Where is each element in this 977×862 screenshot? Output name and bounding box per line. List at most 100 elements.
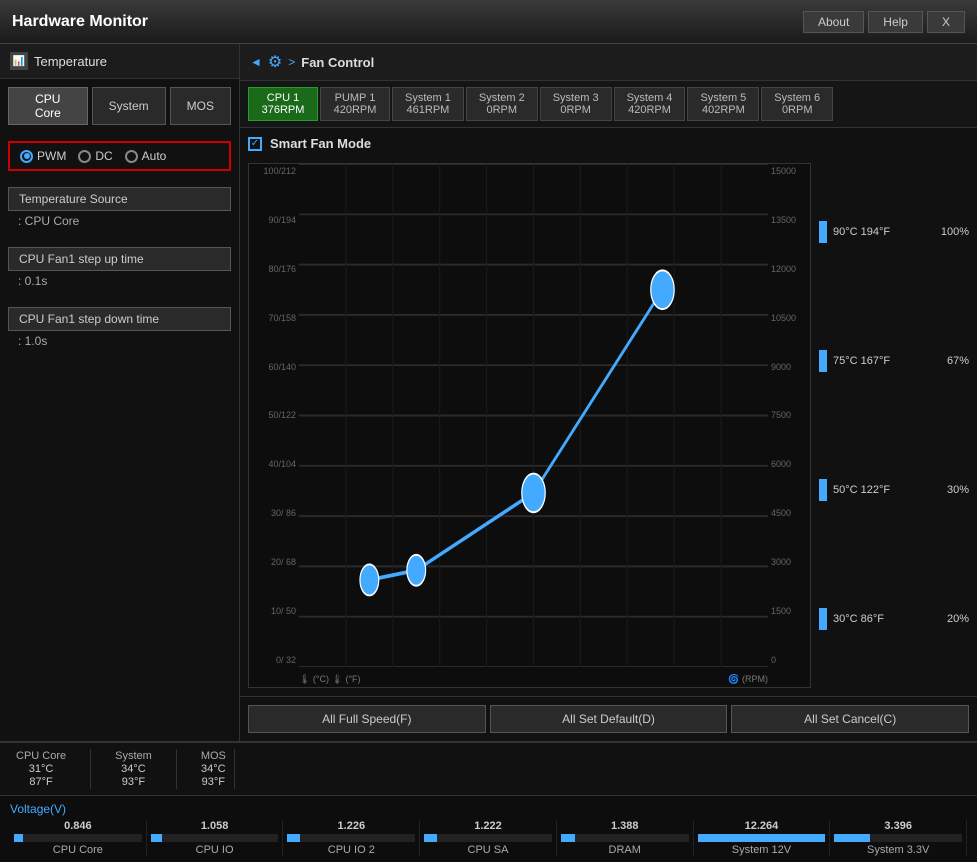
temperature-label: Temperature — [34, 54, 107, 69]
temperature-tabs: CPU Core System MOS — [0, 79, 239, 133]
tab-mos[interactable]: MOS — [170, 87, 231, 125]
voltage-item-system-3.3v: 3.396 System 3.3V — [830, 820, 967, 856]
y-axis-left: 100/212 90/194 80/176 70/158 60/140 50/1… — [249, 164, 299, 667]
pwm-label: PWM — [37, 149, 66, 163]
control-button-all-full-speed-f-[interactable]: All Full Speed(F) — [248, 705, 486, 733]
voltage-bar-fill — [561, 834, 575, 842]
legend-bar — [819, 221, 827, 243]
close-button[interactable]: X — [927, 11, 965, 33]
voltage-label: System 3.3V — [867, 844, 929, 856]
legend-bar — [819, 608, 827, 630]
voltage-value: 3.396 — [884, 820, 912, 832]
title-bar: Hardware Monitor About Help X — [0, 0, 977, 44]
fan-icon: ⚙ — [268, 52, 282, 72]
stat-item-cpu-core: CPU Core31°C87°F — [16, 750, 66, 788]
fan-tab-system-6[interactable]: System 60RPM — [761, 87, 833, 121]
chart-svg — [299, 164, 768, 667]
auto-radio[interactable] — [125, 150, 138, 163]
voltage-value: 1.058 — [201, 820, 229, 832]
voltage-label: CPU Core — [53, 844, 103, 856]
voltage-value: 12.264 — [745, 820, 779, 832]
legend-temp: 90°C 194°F — [833, 226, 927, 238]
temp-source-value: : CPU Core — [8, 211, 231, 231]
fan-control-header: ◄ ⚙ > Fan Control — [240, 44, 977, 81]
step-up-value: : 0.1s — [8, 271, 231, 291]
dc-label: DC — [95, 149, 112, 163]
right-panel: ◄ ⚙ > Fan Control CPU 1376RPMPUMP 1420RP… — [240, 44, 977, 741]
legend-temp: 50°C 122°F — [833, 484, 927, 496]
voltage-section: Voltage(V) 0.846 CPU Core 1.058 CPU IO 1… — [0, 795, 977, 862]
tab-system[interactable]: System — [92, 87, 166, 125]
voltage-label: CPU SA — [468, 844, 509, 856]
smart-fan-checkbox[interactable]: ✓ — [248, 137, 262, 151]
voltage-bar-fill — [834, 834, 870, 842]
fan-tab-system-5[interactable]: System 5402RPM — [687, 87, 759, 121]
voltage-bar-container — [561, 834, 689, 842]
fan-tab-system-2[interactable]: System 20RPM — [466, 87, 538, 121]
pwm-radio[interactable] — [20, 150, 33, 163]
voltage-bar-container — [424, 834, 552, 842]
voltage-bar-container — [287, 834, 415, 842]
bottom-controls: All Full Speed(F)All Set Default(D)All S… — [240, 696, 977, 741]
chart-section: ✓ Smart Fan Mode 100/212 90/194 80/176 7… — [240, 128, 977, 696]
voltage-item-dram: 1.388 DRAM — [557, 820, 694, 856]
voltage-label: CPU IO 2 — [328, 844, 375, 856]
about-button[interactable]: About — [803, 11, 864, 33]
fan-chart: 100/212 90/194 80/176 70/158 60/140 50/1… — [248, 163, 811, 688]
voltage-bar-container — [834, 834, 962, 842]
fan-tab-cpu-1[interactable]: CPU 1376RPM — [248, 87, 318, 121]
control-button-all-set-cancel-c-[interactable]: All Set Cancel(C) — [731, 705, 969, 733]
pwm-radio-dot — [24, 153, 30, 159]
left-panel: 📊 Temperature CPU Core System MOS PWM DC… — [0, 44, 240, 741]
voltage-bar-fill — [151, 834, 162, 842]
stats-bar: CPU Core31°C87°F System34°C93°F MOS34°C93°… — [0, 741, 977, 795]
voltage-item-cpu-sa: 1.222 CPU SA — [420, 820, 557, 856]
voltage-value: 1.388 — [611, 820, 639, 832]
fan-tab-pump-1[interactable]: PUMP 1420RPM — [320, 87, 390, 121]
legend-bar — [819, 479, 827, 501]
control-button-all-set-default-d-[interactable]: All Set Default(D) — [490, 705, 728, 733]
help-button[interactable]: Help — [868, 11, 923, 33]
voltage-bar-container — [698, 834, 826, 842]
stats-divider-1 — [90, 749, 91, 789]
stat-item-mos: MOS34°C93°F — [201, 750, 226, 788]
legend-pct: 100% — [933, 226, 969, 238]
voltage-label: CPU IO — [196, 844, 234, 856]
legend-pct: 30% — [933, 484, 969, 496]
temperature-section-header: 📊 Temperature — [0, 44, 239, 79]
main-content: 📊 Temperature CPU Core System MOS PWM DC… — [0, 44, 977, 741]
voltage-bar-fill — [698, 834, 826, 842]
temperature-icon: 📊 — [10, 52, 28, 70]
stat-item-system: System34°C93°F — [115, 750, 152, 788]
nav-separator: > — [288, 55, 295, 69]
fan-tabs: CPU 1376RPMPUMP 1420RPMSystem 1461RPMSys… — [240, 81, 977, 128]
tab-cpu-core[interactable]: CPU Core — [8, 87, 88, 125]
fan-tab-system-4[interactable]: System 4420RPM — [614, 87, 686, 121]
pwm-option[interactable]: PWM — [20, 149, 66, 163]
step-down-button[interactable]: CPU Fan1 step down time — [8, 307, 231, 331]
auto-label: Auto — [142, 149, 167, 163]
voltage-value: 0.846 — [64, 820, 92, 832]
legend-item: 90°C 194°F 100% — [819, 221, 969, 243]
fan-tab-system-3[interactable]: System 30RPM — [540, 87, 612, 121]
voltage-value: 1.222 — [474, 820, 502, 832]
voltage-item-cpu-core: 0.846 CPU Core — [10, 820, 147, 856]
dc-radio[interactable] — [78, 150, 91, 163]
temp-source-button[interactable]: Temperature Source — [8, 187, 231, 211]
voltage-bar-container — [151, 834, 279, 842]
smart-fan-label: Smart Fan Mode — [270, 136, 371, 151]
voltage-item-cpu-io 2: 1.226 CPU IO 2 — [283, 820, 420, 856]
legend-bar — [819, 350, 827, 372]
dc-option[interactable]: DC — [78, 149, 112, 163]
chart-legend: 90°C 194°F100%75°C 167°F67%50°C 122°F30%… — [819, 163, 969, 688]
y-axis-right: 15000 13500 12000 10500 9000 7500 6000 4… — [768, 164, 810, 667]
chart-and-legend: 100/212 90/194 80/176 70/158 60/140 50/1… — [248, 163, 969, 688]
voltage-label: DRAM — [609, 844, 641, 856]
step-up-button[interactable]: CPU Fan1 step up time — [8, 247, 231, 271]
x-axis-labels: 🌡 (°C) 🌡 (°F) 🌀 (RPM) — [299, 674, 768, 685]
voltage-bar-fill — [14, 834, 23, 842]
step-up-block: CPU Fan1 step up time : 0.1s — [8, 247, 231, 291]
title-buttons: About Help X — [803, 11, 965, 33]
auto-option[interactable]: Auto — [125, 149, 167, 163]
fan-tab-system-1[interactable]: System 1461RPM — [392, 87, 464, 121]
